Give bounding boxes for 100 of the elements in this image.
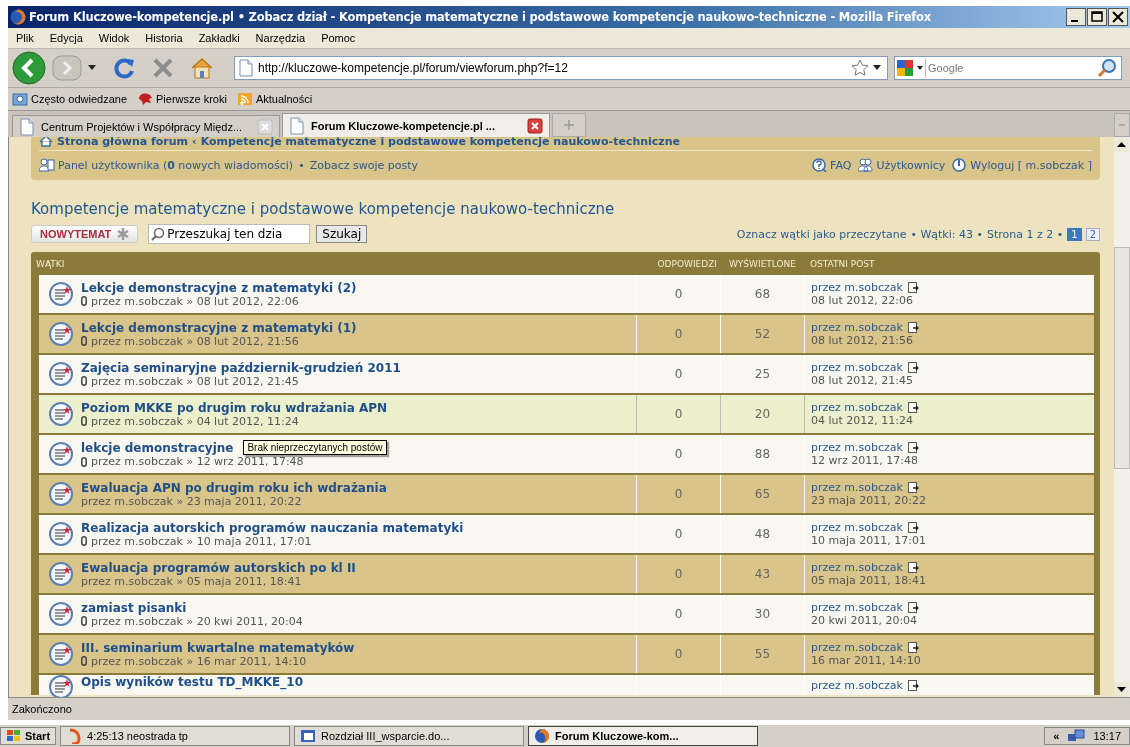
user-panel-link[interactable]: Panel użytkownika (0 nowych wiadomości) (58, 158, 294, 172)
last-post-author[interactable]: przez m.sobczak (811, 481, 903, 494)
browser-tab[interactable]: Centrum Projektów i Współpracy Międz... (12, 115, 280, 137)
topic-icon (49, 602, 73, 626)
last-post-author[interactable]: przez m.sobczak (811, 521, 903, 534)
dropdown-icon[interactable] (88, 65, 96, 71)
topic-title[interactable]: Opis wyników testu TD_MKKE_10 (81, 675, 303, 689)
topic-author-date: przez m.sobczak » 12 wrz 2011, 17:48 (91, 455, 304, 468)
bookmark-item[interactable]: Aktualności (236, 91, 313, 107)
home-button[interactable] (190, 57, 214, 79)
view-count: 55 (720, 635, 804, 673)
taskbar-button[interactable]: Forum Kluczowe-kom... (528, 726, 759, 746)
last-post-author[interactable]: przez m.sobczak (811, 361, 903, 374)
topic-icon (49, 362, 73, 386)
views-column-header: WYŚWIETLONE (727, 258, 797, 269)
topic-title[interactable]: Ewaluacja APN po drugim roku ich wdrażania (81, 480, 387, 495)
topic-title[interactable]: Realizacja autorskich programów nauczania matematyki (81, 520, 464, 535)
start-button[interactable]: Start (0, 727, 57, 745)
mark-read-link[interactable]: Oznacz wątki jako przeczytane (736, 227, 907, 241)
menu-item[interactable]: Widok (90, 32, 138, 44)
topic-title[interactable]: Zajęcia seminaryjne październik-grudzień 2011 (81, 360, 401, 375)
last-post-author[interactable]: przez m.sobczak (811, 401, 903, 414)
menu-item[interactable]: Edycja (41, 32, 91, 44)
breadcrumb-link[interactable]: Kompetencje matematyczne i podstawowe kompetencje naukowo-techniczne (200, 137, 681, 148)
topic-title[interactable]: III. seminarium kwartalne matematyków (81, 640, 355, 655)
go-to-post-icon[interactable] (907, 322, 919, 333)
menu-item[interactable]: Historia (137, 32, 191, 44)
reload-button[interactable] (112, 56, 136, 80)
search-field[interactable]: Przeszukaj ten dzia (148, 224, 311, 244)
view-count: 52 (720, 315, 804, 353)
members-link[interactable]: Użytkownicy (876, 158, 946, 172)
last-post-author[interactable]: przez m.sobczak (811, 561, 903, 574)
search-button[interactable]: Szukaj (316, 225, 368, 243)
new-topic-button[interactable]: NOWYTEMAT (31, 225, 139, 243)
view-posts-link[interactable]: Zobacz swoje posty (309, 158, 418, 172)
reply-count: 0 (636, 315, 720, 353)
go-to-post-icon[interactable] (907, 602, 919, 613)
last-post-author[interactable]: przez m.sobczak (811, 601, 903, 614)
star-icon[interactable] (851, 59, 869, 77)
topic-icon (49, 642, 73, 666)
breadcrumb-separator: ‹ (192, 137, 197, 148)
topic-title[interactable]: lekcje demonstracyjne (81, 440, 234, 455)
search-engine-icon[interactable] (895, 57, 925, 79)
last-post-author[interactable]: przez m.sobczak (811, 321, 903, 334)
menu-item[interactable]: Zakładki (190, 32, 248, 44)
page-icon (289, 116, 305, 135)
status-text: Zakończono (12, 703, 72, 715)
firefox-icon (534, 728, 551, 744)
go-to-post-icon[interactable] (907, 679, 919, 691)
go-to-post-icon[interactable] (907, 482, 919, 493)
maximize-button[interactable] (1087, 8, 1107, 26)
topic-author-date: przez m.sobczak » 08 lut 2012, 21:45 (91, 374, 299, 388)
logout-link[interactable]: Wyloguj [ m.sobczak ] (970, 158, 1092, 172)
reply-count: 0 (636, 635, 720, 673)
last-post-author[interactable]: przez m.sobczak (811, 641, 903, 654)
topic-title[interactable]: Lekcje demonstracyjne z matematyki (2) (81, 280, 357, 295)
taskbar-button[interactable]: 4:25:13 neostrada tp (60, 726, 291, 746)
topic-title[interactable]: Poziom MKKE po drugim roku wdrażania APN (81, 400, 388, 415)
minimize-button[interactable] (1066, 8, 1086, 26)
menu-item[interactable]: Plik (8, 32, 42, 44)
topic-title[interactable]: Lekcje demonstracyjne z matematyki (1) (81, 320, 357, 335)
search-field[interactable]: Google (894, 56, 1122, 80)
last-post-author[interactable]: przez m.sobczak (811, 678, 903, 692)
address-field[interactable]: http://kluczowe-kompetencje.pl/forum/viewforum.php?f=12 (234, 56, 888, 80)
go-to-post-icon[interactable] (907, 642, 919, 653)
window-title: Forum Kluczowe-kompetencje.pl • Zobacz dział - Kompetencje matematyczne i podstawowe kompetencje naukowo-techniczne - Mozilla Firefox (29, 10, 932, 24)
scrollbar-thumb[interactable] (1114, 247, 1130, 469)
reply-count: 0 (636, 395, 720, 433)
faq-link[interactable]: FAQ (830, 158, 852, 172)
go-to-post-icon[interactable] (907, 522, 919, 533)
search-icon[interactable] (1097, 58, 1117, 78)
network-icon[interactable] (1067, 729, 1086, 743)
menu-item[interactable]: Narzędzia (247, 32, 314, 44)
topic-title[interactable]: zamiast pisanki (81, 600, 187, 615)
taskbar-button[interactable]: Rozdział III_wsparcie.do... (294, 726, 525, 746)
rss-icon (236, 91, 253, 107)
browser-tab[interactable]: Forum Kluczowe-kompetencje.pl ... (282, 113, 550, 137)
forum-heading[interactable]: Kompetencje matematyczne i podstawowe kompetencje naukowo-techniczne (31, 200, 1100, 218)
menu-item[interactable]: Pomoc (313, 32, 364, 44)
reply-count: 0 (636, 475, 720, 513)
topic-count: • Wątki: 43 • (910, 227, 983, 241)
reply-count: 0 (636, 555, 720, 593)
go-to-post-icon[interactable] (907, 402, 919, 413)
go-to-post-icon[interactable] (907, 562, 919, 573)
close-button[interactable] (1108, 8, 1128, 26)
close-icon[interactable] (527, 117, 543, 134)
page-number[interactable]: 2 (1085, 227, 1100, 241)
tray-toggle[interactable]: « (1053, 730, 1060, 742)
dropdown-icon[interactable] (873, 65, 881, 71)
last-post-author[interactable]: przez m.sobczak (811, 441, 903, 454)
last-post-author[interactable]: przez m.sobczak (811, 281, 903, 294)
go-to-post-icon[interactable] (907, 282, 919, 293)
go-to-post-icon[interactable] (907, 442, 919, 453)
page-number[interactable]: 1 (1067, 227, 1082, 241)
go-to-post-icon[interactable] (907, 362, 919, 373)
topic-title[interactable]: Ewaluacja programów autorskich po kl II (81, 560, 356, 575)
back-button[interactable] (12, 51, 46, 85)
topic-icon (49, 322, 73, 346)
bookmark-item[interactable]: Pierwsze kroki (137, 91, 227, 107)
bookmark-item[interactable]: Często odwiedzane (12, 91, 127, 107)
